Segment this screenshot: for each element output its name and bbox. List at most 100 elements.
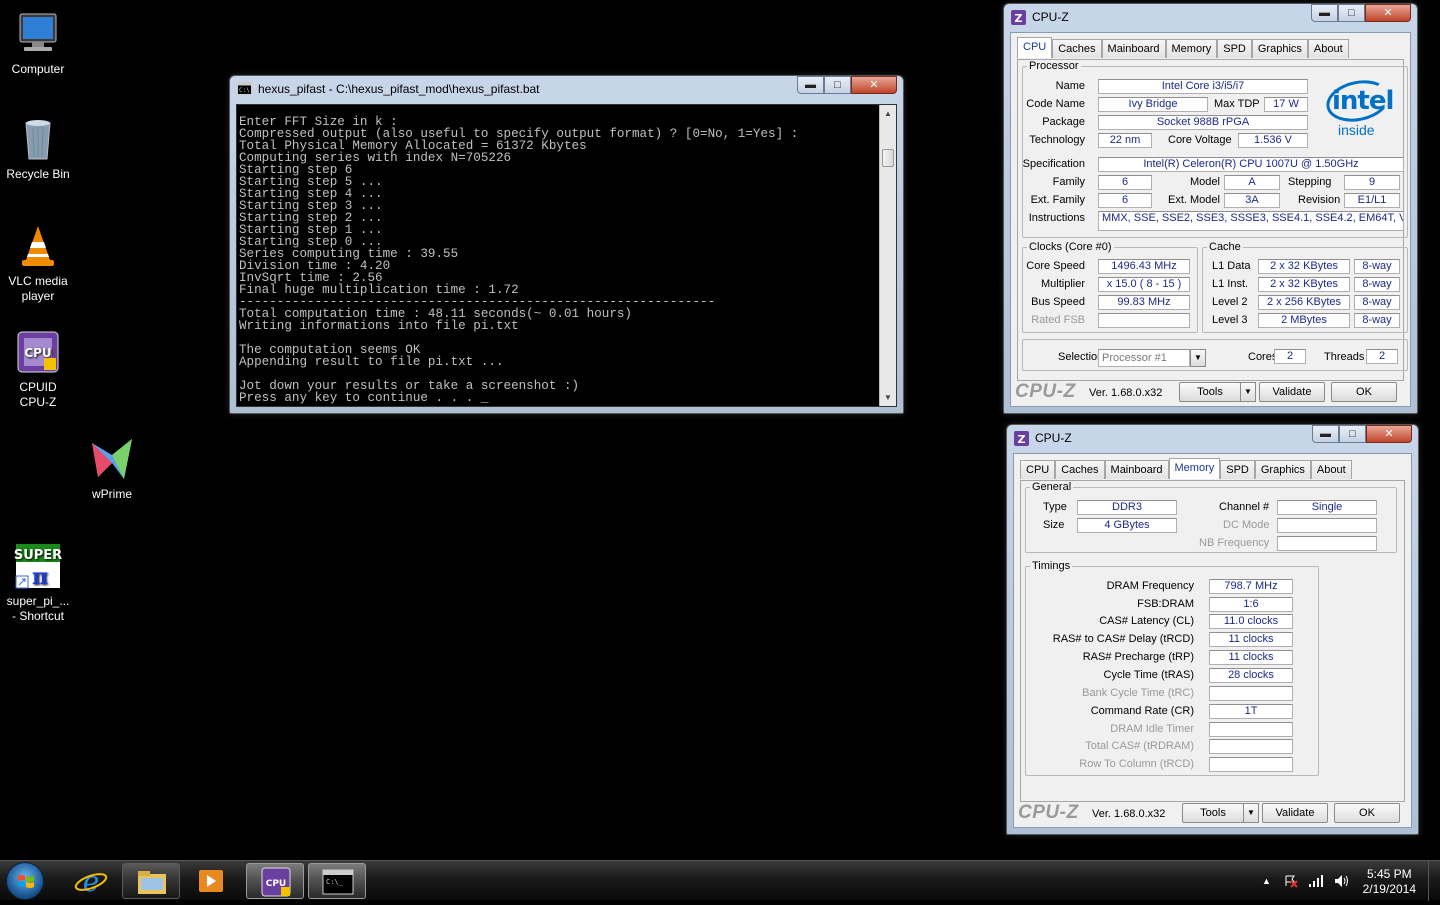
network-signal-icon[interactable] (1308, 874, 1324, 891)
tab-graphics[interactable]: Graphics (1254, 460, 1311, 479)
console-window[interactable]: C:\ hexus_pifast - C:\hexus_pifast_mod\h… (229, 75, 904, 414)
extmodel-label: Ext. Model (1168, 194, 1220, 206)
minimize-button[interactable]: ▬ (797, 76, 824, 94)
console-scrollbar[interactable]: ▲ ▼ (879, 105, 896, 406)
tab-cpu[interactable]: CPU (1020, 460, 1056, 479)
command-prompt-icon: C:\_ (322, 869, 354, 895)
timing-value: 11.0 clocks (1209, 614, 1293, 629)
taskbar-clock[interactable]: 5:45 PM 2/19/2014 (1363, 867, 1416, 897)
taskbar-media-button[interactable] (182, 863, 240, 899)
cpuz-icon: CPU (261, 867, 291, 897)
busspeed-field: 99.83 MHz (1098, 295, 1190, 310)
tab-spd[interactable]: SPD (1220, 460, 1255, 479)
l1inst-label: L1 Inst. (1212, 278, 1249, 290)
tab-mainboard[interactable]: Mainboard (1104, 460, 1169, 479)
console-titlebar[interactable]: C:\ hexus_pifast - C:\hexus_pifast_mod\h… (230, 76, 903, 102)
timing-label: CAS# Latency (CL) (1099, 615, 1194, 627)
tab-caches[interactable]: Caches (1052, 39, 1102, 58)
level2-label: Level 2 (1212, 296, 1248, 308)
timing-value (1209, 686, 1293, 701)
computer-icon (14, 10, 62, 58)
tools-button[interactable]: Tools (1182, 803, 1244, 823)
l1data-label: L1 Data (1212, 260, 1251, 272)
maximize-button[interactable]: □ (1338, 4, 1365, 22)
taskbar-cpuz-button[interactable]: CPU (246, 863, 304, 899)
cpu-tab-panel: Processor Name Intel Core i3/i5/i7 intel… (1017, 59, 1408, 381)
desktop-icon-cpuz[interactable]: CPU CPUID CPU-Z (0, 328, 76, 410)
level3-way-field: 8-way (1354, 313, 1400, 328)
tools-dropdown-icon[interactable]: ▼ (1243, 803, 1259, 823)
timing-value: 1:6 (1209, 597, 1293, 612)
cpuz-memory-window[interactable]: Z CPU-Z ▬ □ ✕ CPU Caches Mainboard Memor… (1006, 424, 1419, 835)
desktop-icon-label: VLC media (8, 274, 68, 288)
scroll-up-icon[interactable]: ▲ (880, 105, 896, 122)
l1inst-field: 2 x 32 KBytes (1258, 277, 1350, 292)
timing-value: 798.7 MHz (1209, 579, 1293, 594)
ok-button[interactable]: OK (1331, 382, 1397, 402)
timing-label: Row To Column (tRCD) (1079, 758, 1194, 770)
taskbar-console-button[interactable]: C:\_ (308, 863, 366, 899)
tools-button[interactable]: Tools (1179, 382, 1241, 402)
general-legend: General (1032, 481, 1072, 493)
show-desktop-button[interactable] (1428, 861, 1440, 901)
cpuz-cpu-window[interactable]: Z CPU-Z ▬ □ ✕ CPU Caches Mainboard Memor… (1003, 3, 1418, 414)
revision-field: E1/L1 (1344, 193, 1400, 208)
tools-dropdown-icon[interactable]: ▼ (1240, 382, 1256, 402)
taskbar-explorer-button[interactable] (122, 863, 180, 899)
tab-caches[interactable]: Caches (1055, 460, 1105, 479)
tab-cpu[interactable]: CPU (1017, 37, 1053, 58)
family-field: 6 (1098, 175, 1152, 190)
validate-button[interactable]: Validate (1262, 803, 1328, 823)
action-center-icon[interactable] (1284, 874, 1298, 891)
close-button[interactable]: ✕ (851, 76, 897, 94)
cpuz-cpu-titlebar[interactable]: Z CPU-Z ▬ □ ✕ (1004, 4, 1417, 30)
maximize-button[interactable]: □ (1339, 425, 1366, 443)
chevron-down-icon[interactable]: ▼ (1190, 349, 1206, 367)
ok-button[interactable]: OK (1334, 803, 1400, 823)
tab-memory[interactable]: Memory (1165, 39, 1218, 58)
desktop-icon-vlc[interactable]: VLC media player (0, 222, 76, 304)
selection-dropdown[interactable]: Processor #1 (1098, 349, 1190, 367)
tab-about[interactable]: About (1310, 460, 1352, 479)
desktop-icon-superpi[interactable]: SUPER π super_pi_... - Shortcut (0, 542, 76, 624)
level3-field: 2 MBytes (1258, 313, 1350, 328)
show-hidden-icons-icon[interactable]: ▲ (1262, 876, 1271, 886)
wprime-icon (88, 435, 136, 483)
timing-label: Bank Cycle Time (tRC) (1082, 687, 1194, 699)
close-button[interactable]: ✕ (1365, 4, 1411, 22)
selection-label: Selection (1058, 351, 1104, 363)
timing-value: 1T (1209, 704, 1293, 719)
validate-button[interactable]: Validate (1259, 382, 1325, 402)
tab-about[interactable]: About (1307, 39, 1349, 58)
minimize-button[interactable]: ▬ (1312, 425, 1339, 443)
taskbar-ie-button[interactable]: e (62, 863, 120, 899)
timings-legend: Timings (1032, 560, 1071, 572)
volume-icon[interactable] (1334, 874, 1350, 891)
cpuz-brand-logo: CPU-Z (1018, 802, 1079, 823)
desktop-icon-wprime[interactable]: wPrime (74, 435, 150, 502)
tab-memory[interactable]: Memory (1168, 458, 1221, 479)
cpuz-bottom-bar: CPU-Z Ver. 1.68.0.x32 Tools ▼ Validate O… (1014, 799, 1411, 827)
media-player-icon (199, 870, 223, 892)
close-button[interactable]: ✕ (1366, 425, 1412, 443)
desktop-icon-computer[interactable]: Computer (0, 10, 76, 77)
minimize-button[interactable]: ▬ (1311, 4, 1338, 22)
dcmode-label: DC Mode (1223, 519, 1270, 531)
corevoltage-field: 1.536 V (1238, 133, 1308, 148)
tab-spd[interactable]: SPD (1217, 39, 1252, 58)
timing-value: 11 clocks (1209, 650, 1293, 665)
cpuz-memory-titlebar[interactable]: Z CPU-Z ▬ □ ✕ (1007, 425, 1418, 451)
name-label: Name (1055, 80, 1085, 92)
codename-label: Code Name (1026, 98, 1085, 110)
start-button[interactable] (6, 862, 44, 900)
console-output-text: Enter FFT Size in k : Compressed output … (239, 115, 799, 405)
desktop-icon-recycle-bin[interactable]: Recycle Bin (0, 115, 76, 182)
tab-mainboard[interactable]: Mainboard (1101, 39, 1166, 58)
scroll-thumb[interactable] (882, 149, 894, 167)
maximize-button[interactable]: □ (824, 76, 851, 94)
scroll-down-icon[interactable]: ▼ (880, 389, 896, 406)
tab-graphics[interactable]: Graphics (1251, 39, 1308, 58)
desktop-icon-label: Recycle Bin (6, 167, 70, 181)
console-output-area[interactable]: Enter FFT Size in k : Compressed output … (236, 104, 897, 407)
desktop-icon-label-2: - Shortcut (11, 609, 65, 623)
